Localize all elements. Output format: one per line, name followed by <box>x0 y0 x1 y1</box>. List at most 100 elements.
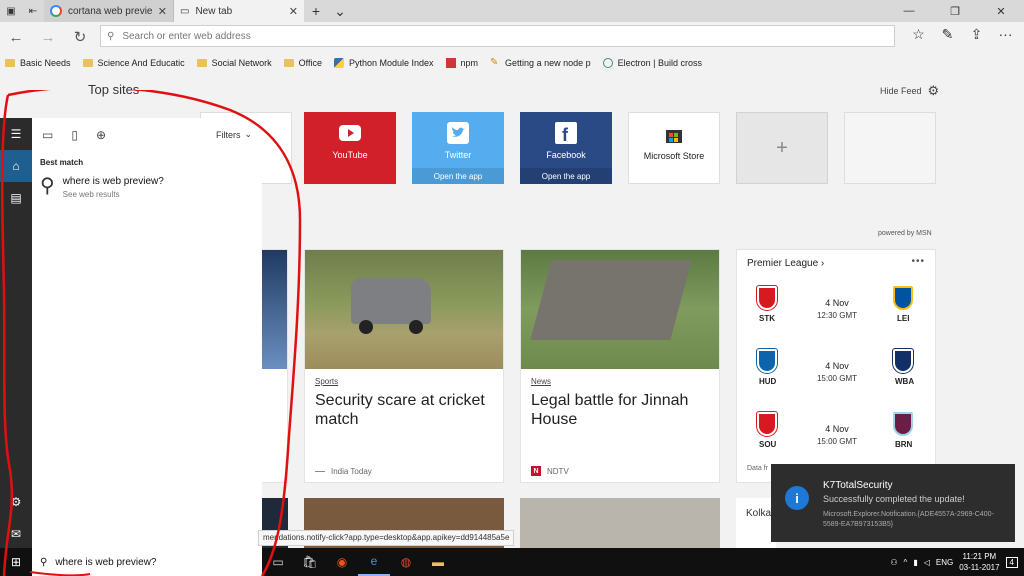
match-row[interactable]: SOU 4 Nov 15:00 GMT BRN <box>737 410 937 470</box>
favorite-python[interactable]: Python Module Index <box>333 58 434 68</box>
news-card-partial[interactable] <box>258 249 288 483</box>
gear-icon[interactable]: ⚙ <box>928 83 940 99</box>
news-image <box>259 250 287 369</box>
network-icon[interactable]: ▮ <box>913 558 917 567</box>
favorite-basic-needs[interactable]: Basic Needs <box>5 58 71 68</box>
favorite-label: npm <box>460 58 479 68</box>
new-tab-button[interactable]: + <box>304 0 328 22</box>
favorite-science[interactable]: Science And Educatic <box>82 58 185 68</box>
empty-tile[interactable] <box>844 112 936 184</box>
tile-youtube[interactable]: YouTube <box>304 112 396 184</box>
notification-toast[interactable]: i K7TotalSecurity Successfully completed… <box>771 464 1015 542</box>
news-card[interactable] <box>520 498 720 548</box>
notebook-icon[interactable]: ▤ <box>0 182 32 214</box>
home-team: SOU <box>759 440 777 449</box>
news-image <box>521 250 719 369</box>
tab-list-chevron-icon[interactable]: ⌄ <box>328 0 352 22</box>
favorite-label: Basic Needs <box>20 58 71 68</box>
favorites-icon[interactable]: ☆ <box>904 26 933 43</box>
tile-microsoft-store[interactable]: Microsoft Store <box>628 112 720 184</box>
close-window-button[interactable]: ✕ <box>978 0 1024 22</box>
tab-preview-icon[interactable]: ▣ <box>0 0 22 22</box>
car-shape <box>351 278 431 324</box>
web-note-icon[interactable]: ✎ <box>933 26 962 43</box>
apps-scope-icon[interactable]: ▭ <box>42 128 53 142</box>
favorite-label: Electron | Build cross <box>617 58 702 68</box>
add-site-tile[interactable]: + <box>736 112 828 184</box>
hamburger-menu-icon[interactable]: ☰ <box>0 118 32 150</box>
ubuntu-icon[interactable]: ◉ <box>326 548 358 576</box>
tabs-aside-icon[interactable]: ⇤ <box>22 0 44 22</box>
home-icon[interactable]: ⌂ <box>0 150 32 182</box>
favorite-electron[interactable]: Electron | Build cross <box>602 58 702 68</box>
task-view-icon[interactable]: ▭ <box>262 548 294 576</box>
folder-icon <box>196 59 207 67</box>
minimize-button[interactable]: — <box>886 0 932 22</box>
search-text: where is web preview? <box>55 556 157 568</box>
close-tab-icon[interactable]: ✕ <box>158 5 167 18</box>
hide-feed-link[interactable]: Hide Feed ⚙ <box>880 83 939 99</box>
close-tab-icon[interactable]: ✕ <box>289 5 298 18</box>
refresh-button[interactable]: ↻ <box>64 28 96 46</box>
navigation-bar: ← → ↻ ⚲ Search or enter web address ☆ ✎ … <box>0 22 1024 52</box>
share-icon[interactable]: ⇪ <box>962 26 991 43</box>
file-explorer-icon[interactable]: ▬ <box>422 548 454 576</box>
tab-bar: ▣ ⇤ cortana web preview is not ✕ ▭ New t… <box>0 0 1024 22</box>
clock[interactable]: 11:21 PM 03-11-2017 <box>959 551 999 573</box>
language-indicator[interactable]: ENG <box>936 558 953 567</box>
volume-icon[interactable]: ◁ <box>924 558 930 567</box>
chrome-icon[interactable]: ◍ <box>390 548 422 576</box>
tile-twitter[interactable]: Twitter Open the app <box>412 112 504 184</box>
search-icon: ⚲ <box>107 30 115 42</box>
favorite-label: Science And Educatic <box>97 58 185 68</box>
more-icon[interactable]: ··· <box>991 26 1020 43</box>
news-card[interactable]: Sports Security scare at cricket match I… <box>304 249 504 483</box>
filters-dropdown[interactable]: Filters ⌄ <box>216 129 252 140</box>
back-button[interactable]: ← <box>0 29 32 46</box>
tile-label: Microsoft Store <box>643 151 705 161</box>
news-headline[interactable]: Security scare at cricket match <box>315 391 495 429</box>
best-match-result[interactable]: ⚲ where is web preview? See web results <box>32 176 262 210</box>
feedback-icon[interactable]: ✉ <box>0 518 32 550</box>
people-icon[interactable]: ⚇ <box>890 558 897 567</box>
kolkata-card-label[interactable]: Kolka <box>736 498 776 548</box>
plus-icon: + <box>776 136 788 159</box>
favorite-npm[interactable]: npm <box>445 58 479 68</box>
news-category[interactable]: Sports <box>315 377 338 386</box>
news-card[interactable]: News Legal battle for Jinnah House N NDT… <box>520 249 720 483</box>
premier-league-card[interactable]: Premier League › ••• STK 4 Nov 12:30 GMT… <box>736 249 936 483</box>
open-app-label[interactable]: Open the app <box>412 168 504 184</box>
premier-league-title[interactable]: Premier League › <box>747 258 824 269</box>
more-options-icon[interactable]: ••• <box>911 256 925 267</box>
result-query: where is web preview? <box>62 176 164 187</box>
action-center-icon[interactable]: 4 <box>1005 556 1018 568</box>
taskbar-search-box[interactable]: ⚲ where is web preview? <box>32 548 262 576</box>
documents-scope-icon[interactable]: ▯ <box>71 128 78 142</box>
tile-label: YouTube <box>332 150 368 160</box>
settings-gear-icon[interactable]: ⚙ <box>0 486 32 518</box>
favorite-office[interactable]: Office <box>283 58 322 68</box>
favorite-node[interactable]: ✎ Getting a new node p <box>490 58 591 69</box>
edge-icon[interactable]: e <box>358 548 390 576</box>
address-bar[interactable]: ⚲ Search or enter web address <box>100 25 895 47</box>
favorite-social-network[interactable]: Social Network <box>196 58 272 68</box>
store-app-icon[interactable]: 🛍 <box>294 548 326 576</box>
match-row[interactable]: HUD 4 Nov 15:00 GMT WBA <box>737 347 937 407</box>
show-hidden-icons-chevron-icon[interactable]: ^ <box>904 558 908 567</box>
forward-button[interactable]: → <box>32 29 64 46</box>
tile-label: Facebook <box>546 150 586 160</box>
tab-cortana-search[interactable]: cortana web preview is not ✕ <box>44 0 174 22</box>
web-scope-globe-icon[interactable]: ⊕ <box>96 128 106 142</box>
address-placeholder: Search or enter web address <box>122 30 251 42</box>
favorites-bar: Basic Needs Science And Educatic Social … <box>0 52 1024 74</box>
match-time: 12:30 GMT <box>816 311 857 320</box>
news-category[interactable]: News <box>531 377 551 386</box>
tile-facebook[interactable]: f Facebook Open the app <box>520 112 612 184</box>
windows-start-icon[interactable]: ⊞ <box>0 548 32 576</box>
match-row[interactable]: STK 4 Nov 12:30 GMT LEI <box>737 284 937 344</box>
tab-title: cortana web preview is not <box>68 5 152 17</box>
news-headline[interactable]: Legal battle for Jinnah House <box>531 391 711 429</box>
tab-new-tab[interactable]: ▭ New tab ✕ <box>174 0 304 22</box>
restore-button[interactable]: ❐ <box>932 0 978 22</box>
open-app-label[interactable]: Open the app <box>520 168 612 184</box>
